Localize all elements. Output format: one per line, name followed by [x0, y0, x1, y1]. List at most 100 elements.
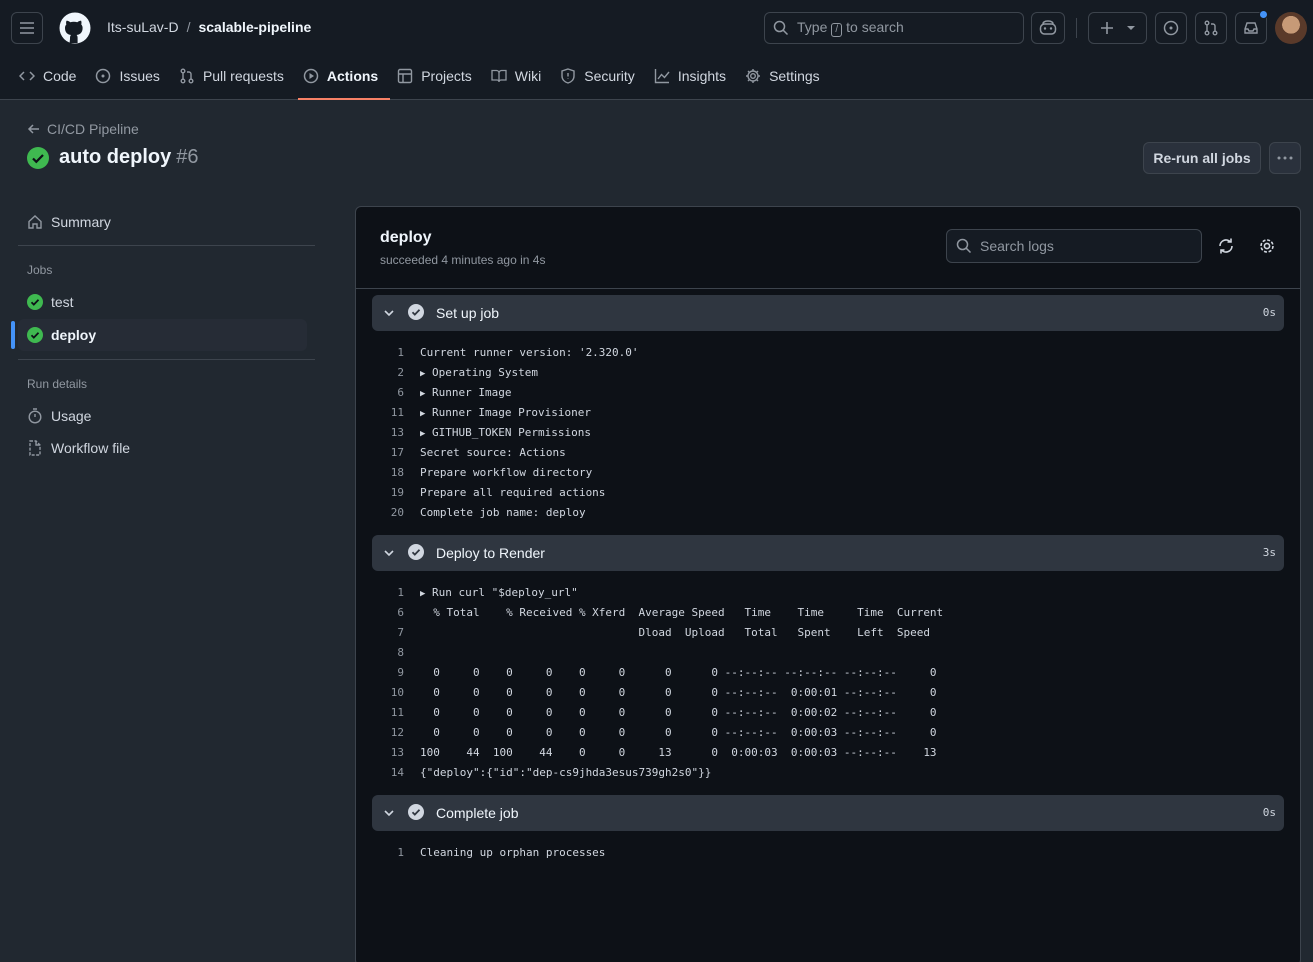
header-divider: [1076, 18, 1077, 38]
log-text: 0 0 0 0 0 0 0 0 --:--:-- 0:00:02 --:--:-…: [420, 706, 937, 719]
log-line[interactable]: 13 ▶ GITHUB_TOKEN Permissions: [372, 423, 1272, 443]
log-line[interactable]: 1 ▶ Run curl "$deploy_url": [372, 583, 1272, 603]
tab-pull-requests[interactable]: Pull requests: [176, 56, 296, 96]
sidebar-item-usage[interactable]: Usage: [18, 400, 307, 432]
copilot-button[interactable]: [1031, 12, 1065, 44]
line-number[interactable]: 6: [372, 603, 420, 623]
refresh-icon[interactable]: [1217, 237, 1235, 255]
create-new-button[interactable]: [1088, 12, 1147, 44]
log-line: 1 Current runner version: '2.320.0': [372, 343, 1272, 363]
log-line[interactable]: 6 ▶ Runner Image: [372, 383, 1272, 403]
job-name: deploy: [380, 229, 432, 246]
search-placeholder: Type / to search: [797, 19, 904, 37]
log-text: Runner Image Provisioner: [432, 406, 591, 419]
line-number[interactable]: 17: [372, 443, 420, 463]
tab-code[interactable]: Code: [16, 56, 88, 96]
expand-triangle-icon[interactable]: ▶: [420, 369, 425, 379]
expand-triangle-icon[interactable]: ▶: [420, 589, 425, 599]
avatar[interactable]: [1275, 12, 1307, 44]
sidebar-item-workflow-file[interactable]: Workflow file: [18, 432, 307, 464]
log-line: 12 0 0 0 0 0 0 0 0 --:--:-- 0:00:03 --:-…: [372, 723, 1272, 743]
line-number[interactable]: 9: [372, 663, 420, 683]
check-circle-icon: [408, 544, 424, 560]
log-line: 7 Dload Upload Total Spent Left Speed: [372, 623, 1272, 643]
tab-label: Actions: [326, 68, 379, 84]
file-icon: [29, 440, 41, 456]
line-number[interactable]: 13: [372, 423, 420, 443]
tab-security[interactable]: Security: [557, 56, 647, 96]
sidebar-job-deploy[interactable]: deploy: [18, 319, 307, 351]
expand-triangle-icon[interactable]: ▶: [420, 429, 425, 439]
tab-insights[interactable]: Insights: [651, 56, 738, 96]
tab-settings[interactable]: Settings: [742, 56, 832, 96]
step-header[interactable]: Set up job 0s: [372, 295, 1284, 331]
step-header[interactable]: Complete job 0s: [372, 795, 1284, 831]
log-line[interactable]: 11 ▶ Runner Image Provisioner: [372, 403, 1272, 423]
line-number[interactable]: 19: [372, 483, 420, 503]
log-text: Secret source: Actions: [420, 446, 566, 459]
pull-request-icon: [1204, 20, 1218, 36]
line-number[interactable]: 14: [372, 763, 420, 783]
log-text: 0 0 0 0 0 0 0 0 --:--:-- --:--:-- --:--:…: [420, 666, 937, 679]
log-line: 13 100 44 100 44 0 0 13 0 0:00:03 0:00:03…: [372, 743, 1272, 763]
log-line: 19 Prepare all required actions: [372, 483, 1272, 503]
sidebar-job-test[interactable]: test: [18, 286, 307, 318]
check-circle-icon: [27, 327, 43, 343]
line-number[interactable]: 13: [372, 743, 420, 763]
line-number[interactable]: 1: [372, 583, 420, 603]
line-number[interactable]: 20: [372, 503, 420, 523]
line-number[interactable]: 12: [372, 723, 420, 743]
tab-issues[interactable]: Issues: [92, 56, 171, 96]
expand-triangle-icon[interactable]: ▶: [420, 409, 425, 419]
line-number[interactable]: 1: [372, 343, 420, 363]
log-text: Runner Image: [432, 386, 512, 399]
breadcrumb: Its-suLav-D / scalable-pipeline: [107, 19, 311, 35]
sidebar-divider: [18, 245, 315, 246]
step-name: Deploy to Render: [436, 545, 545, 561]
line-number[interactable]: 11: [372, 703, 420, 723]
run-details-heading: Run details: [27, 377, 88, 391]
tab-actions[interactable]: Actions: [297, 56, 391, 100]
tab-projects[interactable]: Projects: [394, 56, 484, 96]
line-number[interactable]: 8: [372, 643, 420, 663]
owner-link[interactable]: Its-suLav-D: [107, 19, 179, 35]
log-line: 17 Secret source: Actions: [372, 443, 1272, 463]
gear-icon[interactable]: [1258, 237, 1276, 255]
log-line: 9 0 0 0 0 0 0 0 0 --:--:-- --:--:-- --:-…: [372, 663, 1272, 683]
log-text: 0 0 0 0 0 0 0 0 --:--:-- 0:00:01 --:--:-…: [420, 686, 937, 699]
log-line: 1 Cleaning up orphan processes: [372, 843, 1272, 863]
search-prefix: Type: [797, 19, 828, 35]
more-options-button[interactable]: [1269, 142, 1301, 174]
line-number[interactable]: 1: [372, 843, 420, 863]
log-line: 10 0 0 0 0 0 0 0 0 --:--:-- 0:00:01 --:-…: [372, 683, 1272, 703]
line-number[interactable]: 10: [372, 683, 420, 703]
rerun-all-jobs-button[interactable]: Re-run all jobs: [1143, 142, 1261, 174]
line-number[interactable]: 11: [372, 403, 420, 423]
line-number[interactable]: 18: [372, 463, 420, 483]
pull-requests-button[interactable]: [1195, 12, 1227, 44]
global-search-input[interactable]: Type / to search: [764, 12, 1024, 44]
check-circle-icon: [408, 304, 424, 320]
line-number[interactable]: 7: [372, 623, 420, 643]
sidebar-item-summary[interactable]: Summary: [18, 206, 307, 238]
github-logo-icon[interactable]: [59, 12, 91, 44]
tab-label: Insights: [677, 68, 727, 84]
chevron-down-icon: [384, 810, 394, 817]
menu-button[interactable]: [11, 12, 43, 44]
graph-icon: [654, 69, 670, 84]
log-line[interactable]: 2 ▶ Operating System: [372, 363, 1272, 383]
log-text: Prepare all required actions: [420, 486, 606, 499]
issues-button[interactable]: [1155, 12, 1187, 44]
step-header[interactable]: Deploy to Render 3s: [372, 535, 1284, 571]
selected-indicator: [11, 321, 15, 349]
line-number[interactable]: 2: [372, 363, 420, 383]
back-to-workflow-link[interactable]: CI/CD Pipeline: [27, 121, 139, 137]
tab-wiki[interactable]: Wiki: [488, 56, 553, 96]
sidebar-item-label: test: [51, 294, 74, 310]
code-icon: [19, 71, 35, 81]
line-number[interactable]: 6: [372, 383, 420, 403]
check-circle-icon: [27, 146, 49, 169]
expand-triangle-icon[interactable]: ▶: [420, 389, 425, 399]
search-logs-input[interactable]: Search logs: [946, 229, 1202, 263]
repo-link[interactable]: scalable-pipeline: [198, 19, 311, 35]
